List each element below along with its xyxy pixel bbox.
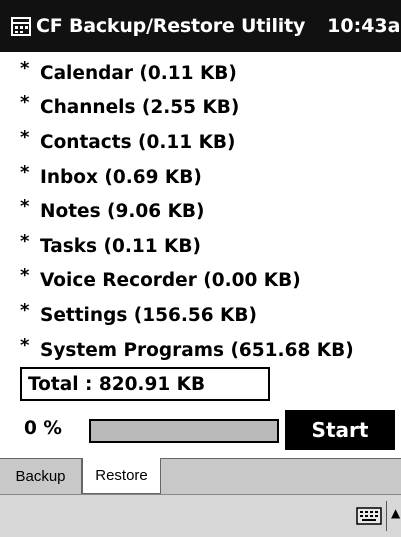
list-item-tasks: * Tasks (0.11 KB) <box>20 229 401 264</box>
progress-percent: 0 % <box>24 418 62 439</box>
list-item-label: Voice Recorder (0.00 KB) <box>40 270 301 292</box>
bullet-icon: * <box>20 230 30 252</box>
clock[interactable]: 10:43a <box>327 15 400 37</box>
list-item-system-programs: * System Programs (651.68 KB) <box>20 333 401 368</box>
bullet-icon: * <box>20 92 30 114</box>
tab-restore[interactable]: Restore <box>82 458 161 494</box>
bullet-icon: * <box>20 161 30 183</box>
bullet-icon: * <box>20 334 30 356</box>
list-item-label: Tasks (0.11 KB) <box>40 235 201 257</box>
list-item-inbox: * Inbox (0.69 KB) <box>20 160 401 195</box>
total-size-label: Total : 820.91 KB <box>28 373 206 395</box>
total-size-box: Total : 820.91 KB <box>20 367 270 401</box>
list-item-label: Notes (9.06 KB) <box>40 201 205 223</box>
list-item-label: Contacts (0.11 KB) <box>40 131 236 153</box>
data-list: * Calendar (0.11 KB) * Channels (2.55 KB) … <box>20 56 401 367</box>
bullet-icon: * <box>20 126 30 148</box>
list-item-voice-recorder: * Voice Recorder (0.00 KB) <box>20 264 401 299</box>
tab-bar: Backup Restore <box>0 458 401 494</box>
list-item-channels: * Channels (2.55 KB) <box>20 91 401 126</box>
start-button[interactable]: Start <box>285 410 395 450</box>
app-icon[interactable] <box>10 15 32 37</box>
divider <box>386 501 387 531</box>
keyboard-icon[interactable] <box>356 505 382 527</box>
window-title: CF Backup/Restore Utility <box>36 15 306 37</box>
list-item-label: Inbox (0.69 KB) <box>40 166 202 188</box>
list-item-label: Settings (156.56 KB) <box>40 304 257 326</box>
tab-backup[interactable]: Backup <box>0 458 82 494</box>
list-item-label: Calendar (0.11 KB) <box>40 62 237 84</box>
list-item-label: System Programs (651.68 KB) <box>40 339 354 361</box>
command-bar: ▲ <box>0 494 401 537</box>
up-arrow-icon[interactable]: ▲ <box>391 506 400 520</box>
bullet-icon: * <box>20 196 30 218</box>
progress-bar <box>89 419 279 443</box>
list-item-label: Channels (2.55 KB) <box>40 97 240 119</box>
bullet-icon: * <box>20 57 30 79</box>
list-item-calendar: * Calendar (0.11 KB) <box>20 56 401 91</box>
list-item-settings: * Settings (156.56 KB) <box>20 298 401 333</box>
bullet-icon: * <box>20 265 30 287</box>
list-item-contacts: * Contacts (0.11 KB) <box>20 125 401 160</box>
title-bar: CF Backup/Restore Utility 10:43a <box>0 0 401 52</box>
bullet-icon: * <box>20 299 30 321</box>
list-item-notes: * Notes (9.06 KB) <box>20 194 401 229</box>
